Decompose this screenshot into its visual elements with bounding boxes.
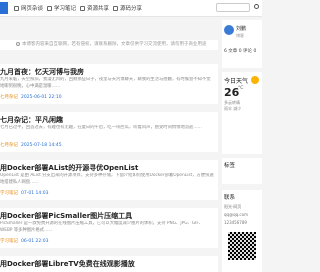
site-logo[interactable] — [0, 2, 8, 14]
profile-subtitle: 博客 — [236, 33, 244, 38]
post-category[interactable]: 学习笔记 — [0, 239, 18, 244]
post-title[interactable]: 七月杂记：平凡闲趣 — [0, 115, 63, 125]
contact-row[interactable]: qq@qq.com — [224, 212, 248, 217]
post-date: 2025-06-01 22:10 — [21, 95, 62, 100]
weather-label: 今日天气 — [224, 78, 249, 85]
weather-extra: 多云转晴 雨伞 减少 — [224, 100, 242, 111]
post-category[interactable]: 学习笔记 — [0, 191, 18, 196]
post-excerpt: 九月来临，天空照旧，我漫无目的，回顾那些日子，夜里与天河博聊天，聊我的生活与感触… — [0, 77, 211, 89]
post-meta: 学习笔记 06-01 22:03 — [0, 238, 48, 244]
contact-row[interactable]: 123456789 — [224, 220, 247, 225]
nav-item-2[interactable]: 学习笔记 — [47, 4, 76, 12]
nav-item-1[interactable]: 网页杂谈 — [14, 4, 43, 12]
weather-unit: °C — [238, 86, 244, 91]
tags-card: 标签 — [222, 158, 262, 184]
post-category[interactable]: 七月杂记 — [0, 143, 18, 148]
post-title[interactable]: 用Docker部署AList的开源寻优OpenList — [0, 163, 138, 173]
post-meta: 学习笔记 07-01 14:03 — [0, 190, 48, 196]
contact-row[interactable]: 阳光·网页 — [224, 204, 241, 210]
profile-card: 刘鹏 博客 6 文章 0 评论 0 — [222, 20, 262, 68]
post-excerpt: OpenList 是由 AList 分支出来的开源项目，支持多种存储，下面介绍如… — [0, 173, 214, 185]
post-card[interactable]: 用Docker部署LibreTV免费在线观影播放 — [0, 256, 218, 272]
top-navbar: 网页杂谈 学习笔记 资源共享 源码分享 — [0, 0, 262, 17]
tags-title: 标签 — [224, 163, 236, 169]
post-card[interactable]: 九月首夜：忆天河博与我房 九月来临，天空照旧，我漫无目的，回顾那些日子，夜里与天… — [0, 64, 218, 104]
contact-title: 联系 — [224, 195, 236, 201]
post-date: 06-01 22:03 — [21, 239, 49, 244]
contact-card: 联系 阳光·网页 qq@qq.com 123456789 — [222, 190, 262, 272]
post-title[interactable]: 用Docker部署LibreTV免费在线观影播放 — [0, 259, 135, 269]
weather-card: 今日天气 26 °C 多云转晴 雨伞 减少 — [222, 72, 262, 154]
nav-icon — [14, 6, 19, 11]
nav-icon — [80, 6, 85, 11]
notice-bar: 本博客内容来自互联网，若有侵权，请联系删除，文章仅供学习交流使用，请勿用于商业用… — [0, 40, 218, 50]
post-card[interactable]: 用Docker部署AList的开源寻优OpenList OpenList 是由 … — [0, 160, 218, 200]
nav-icon — [113, 6, 118, 11]
profile-name: 刘鹏 — [236, 26, 247, 32]
search-icon[interactable] — [254, 4, 259, 9]
nav-item-3[interactable]: 资源共享 — [80, 4, 109, 12]
avatar[interactable] — [224, 25, 234, 35]
nav-icon — [47, 6, 52, 11]
post-excerpt: PicSmaller 是一款免费开源的在线图片压缩工具，它可以大幅度减少图片的体… — [0, 221, 204, 233]
search-input[interactable] — [216, 3, 250, 12]
qr-code — [228, 232, 256, 260]
post-excerpt: 七月已过半，回首过去，有趣也有无趣，在夏日的午后，吃一块西瓜，听着风声，感受时间… — [0, 125, 202, 130]
post-card[interactable]: 用Docker部署PicSmaller图片压缩工具 PicSmaller 是一款… — [0, 208, 218, 248]
post-title[interactable]: 用Docker部署PicSmaller图片压缩工具 — [0, 211, 132, 221]
nav-item-4[interactable]: 源码分享 — [113, 4, 142, 12]
post-meta: 七月杂记 2025-07-18 14:45 — [0, 142, 62, 148]
profile-stats: 6 文章 0 评论 0 — [224, 49, 257, 54]
post-category[interactable]: 七月杂记 — [0, 95, 18, 100]
post-meta: 七月杂记 2025-06-01 22:10 — [0, 94, 62, 100]
speaker-icon — [16, 41, 20, 46]
post-date: 2025-07-18 14:45 — [21, 143, 62, 148]
sun-icon — [251, 76, 259, 84]
post-date: 07-01 14:03 — [21, 191, 49, 196]
post-card[interactable]: 七月杂记：平凡闲趣 七月已过半，回首过去，有趣也有无趣，在夏日的午后，吃一块西瓜… — [0, 112, 218, 152]
post-title[interactable]: 九月首夜：忆天河博与我房 — [0, 67, 84, 77]
